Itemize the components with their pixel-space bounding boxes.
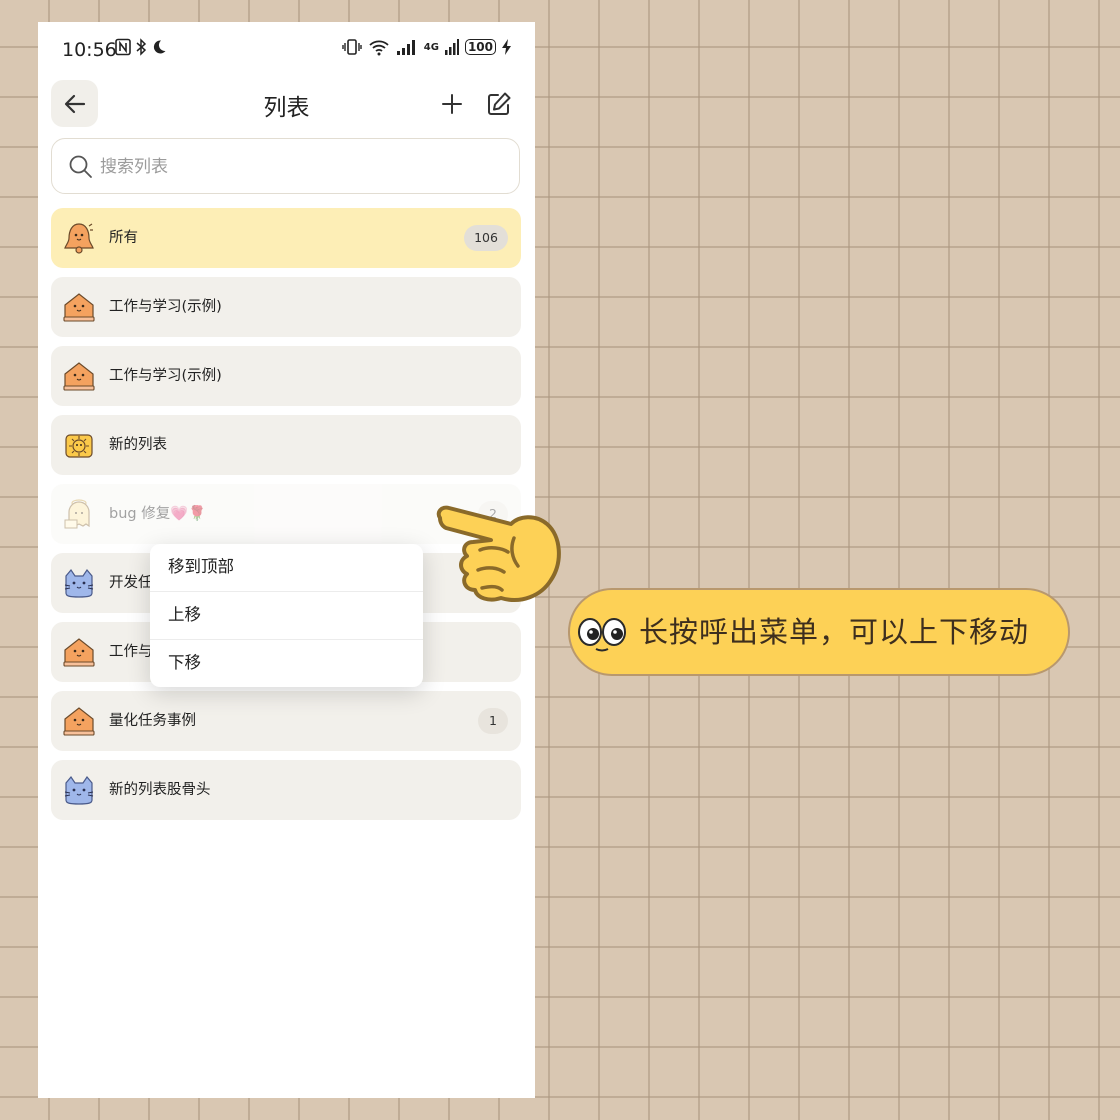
list-item[interactable]: 工作与学习(示例) [51, 346, 521, 406]
menu-item-move-down[interactable]: 下移 [150, 640, 423, 687]
list-item-label: 新的列表股骨头 [109, 782, 211, 798]
network-type: 4G [423, 41, 439, 53]
menu-item-move-to-top[interactable]: 移到顶部 [150, 544, 423, 592]
house-mascot-icon [63, 293, 95, 322]
bell-mascot-icon [64, 223, 94, 254]
search-box[interactable] [51, 138, 520, 195]
list-item-count: 1 [478, 708, 508, 734]
search-icon [69, 155, 92, 178]
callout-bubble: 长按呼出菜单，可以上下移动 [568, 588, 1070, 676]
list-item[interactable]: 新的列表 [51, 415, 521, 475]
moon-icon [153, 40, 166, 54]
list-item-label: 所有 [109, 230, 138, 246]
context-menu: 移到顶部 上移 下移 [150, 544, 423, 687]
house-mascot-icon [63, 362, 95, 391]
pointing-hand-icon [436, 505, 561, 602]
status-icons-right: 4G 100 [342, 38, 511, 56]
vibrate-icon [342, 39, 362, 55]
edit-icon [488, 92, 511, 115]
add-list-button[interactable] [438, 90, 466, 118]
header-bar: 列表 [38, 80, 535, 130]
status-time: 10:56 [62, 39, 117, 61]
list-item-all[interactable]: 所有 106 [51, 208, 521, 268]
search-input[interactable] [98, 139, 502, 195]
list-item[interactable]: 工作与学习(示例) [51, 277, 521, 337]
eyes-icon [578, 618, 626, 652]
ghost-mascot-icon [64, 499, 90, 529]
house-mascot-icon [63, 638, 95, 667]
bluetooth-icon [136, 38, 147, 56]
list-item-label: bug 修复💗🌹 [109, 506, 207, 522]
list-item-label: 工作与学习(示例) [109, 299, 222, 315]
list-item[interactable]: 新的列表股骨头 [51, 760, 521, 820]
list-item-label: 开发任 [109, 575, 153, 591]
edit-button[interactable] [485, 90, 513, 118]
signal-icon [396, 40, 415, 55]
list-item[interactable]: 量化任务事例 1 [51, 691, 521, 751]
list-item-label: 工作与 [109, 644, 153, 660]
callout-text: 长按呼出菜单，可以上下移动 [639, 615, 1030, 649]
list-item-label: 量化任务事例 [109, 713, 196, 729]
sun-mascot-icon [65, 434, 93, 458]
house-mascot-icon [63, 707, 95, 736]
status-bar: 10:56 4G 100 [38, 22, 535, 78]
battery-level: 100 [464, 39, 496, 55]
status-icons-left [115, 38, 167, 56]
list-item-label: 工作与学习(示例) [109, 368, 222, 384]
list-item-label: 新的列表 [109, 437, 167, 453]
list-item-count: 106 [464, 225, 508, 251]
plus-icon [442, 94, 462, 114]
wifi-icon [369, 40, 389, 56]
cat-mascot-icon [64, 568, 94, 598]
charging-icon [502, 39, 511, 55]
nfc-icon [115, 38, 131, 56]
cat-mascot-icon [64, 775, 94, 805]
signal-4g-icon [444, 39, 459, 55]
menu-item-move-up[interactable]: 上移 [150, 592, 423, 640]
